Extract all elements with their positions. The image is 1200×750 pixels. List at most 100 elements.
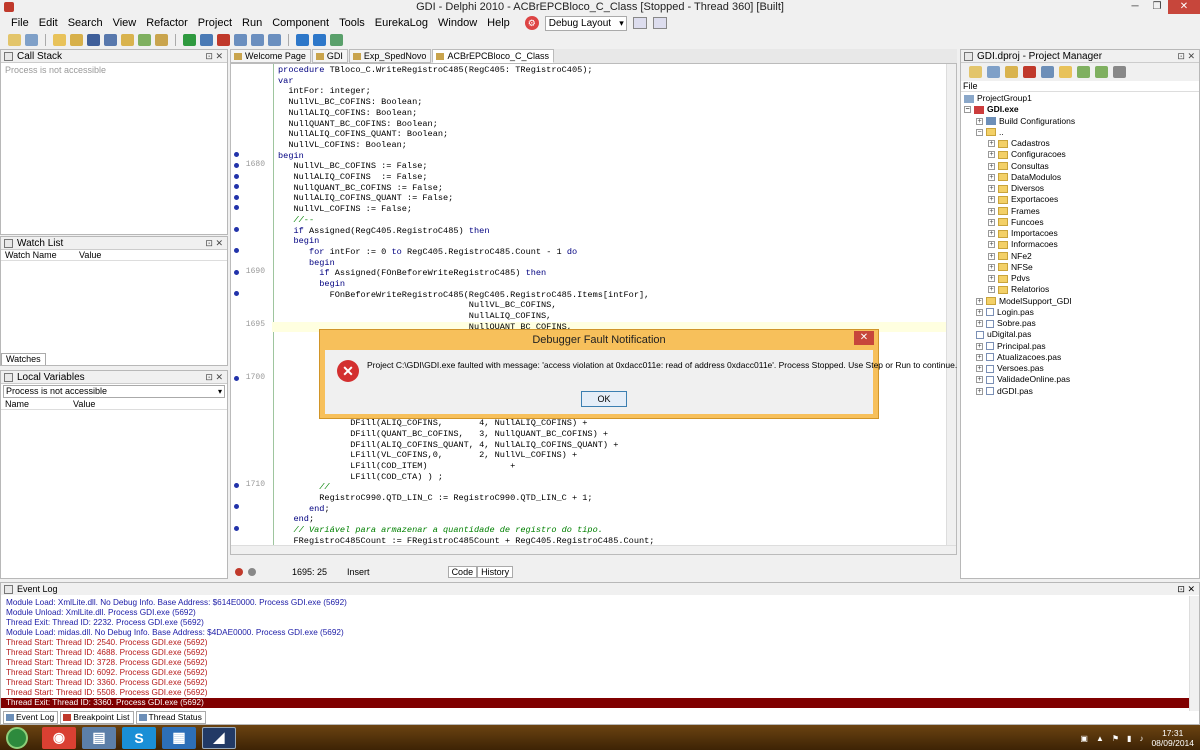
tree-item[interactable]: + Cadastros [988,138,1050,149]
collapse-icon[interactable]: − [964,106,971,114]
tab-event-log[interactable]: Event Log [3,711,59,724]
code-line[interactable]: end; [278,514,314,525]
taskbar-app-icon[interactable]: ◉ [42,726,76,749]
tree-item[interactable]: + Login.pas [976,307,1034,318]
pin-icon[interactable]: ⊡ ✕ [205,371,223,384]
maximize-button[interactable]: ❐ [1146,0,1168,14]
code-line[interactable]: NullQUANT_BC_COFINS := False; [278,183,443,194]
tree-item[interactable]: ProjectGroup1 [964,93,1032,104]
tab-watches[interactable]: Watches [1,353,46,365]
set-debug-desktop-icon[interactable] [652,17,667,29]
code-area[interactable]: procedure TBloco_C.WriteRegistroC485(Reg… [272,64,946,554]
expand-icon[interactable]: + [988,196,995,204]
back-icon[interactable] [296,34,309,46]
editor-horizontal-scrollbar[interactable] [231,545,956,554]
add-icon[interactable] [1005,66,1018,78]
expand-icon[interactable]: + [988,207,995,215]
code-line[interactable]: NullALIQ_COFINS_QUANT := False; [278,193,453,204]
menu-edit[interactable]: Edit [34,14,63,32]
event-log-scrollbar[interactable] [1189,596,1199,711]
col-watch-value[interactable]: Value [75,250,101,260]
tree-item[interactable]: + Principal.pas [976,341,1046,352]
breakpoint-dot-icon[interactable] [234,376,239,381]
expand-icon[interactable]: + [976,353,983,361]
menu-eurekalog[interactable]: EurekaLog [370,14,433,32]
code-line[interactable]: end; [278,504,330,515]
code-line[interactable]: DFill(ALIQ_COFINS, 4, NullALIQ_COFINS) + [278,418,587,429]
event-log-line[interactable]: Thread Start: Thread ID: 6092. Process G… [6,668,207,678]
run-to-cursor-icon[interactable] [268,34,281,46]
event-log-line[interactable]: Thread Exit: Thread ID: 2232. Process GD… [6,618,204,628]
step-over-icon[interactable] [251,34,264,46]
pin-icon[interactable]: ⊡ ✕ [205,50,223,63]
breakpoint-dot-icon[interactable] [234,483,239,488]
add-file-icon[interactable] [138,34,151,46]
event-log-line[interactable]: Thread Start: Thread ID: 4688. Process G… [6,648,207,658]
breakpoint-dot-icon[interactable] [234,526,239,531]
tab-acbrepcbloco-c-class[interactable]: ACBrEPCBloco_C_Class [432,49,554,63]
open-icon[interactable] [25,34,38,46]
breakpoint-dot-icon[interactable] [234,195,239,200]
tree-item[interactable]: + Build Configurations [976,116,1075,127]
breakpoint-dot-icon[interactable] [234,163,239,168]
event-log-line[interactable]: Thread Start: Thread ID: 2540. Process G… [6,638,207,648]
local-variables-frame-select[interactable]: Process is not accessible [3,385,225,398]
expand-icon[interactable]: + [988,151,995,159]
tab-exp-spednovo[interactable]: Exp_SpedNovo [348,49,432,63]
code-line[interactable]: NullVL_COFINS: Boolean; [278,140,407,151]
event-log-line[interactable]: Module Load: XmlLite.dll. No Debug Info.… [6,598,347,608]
remove-file-icon[interactable] [155,34,168,46]
taskbar-app-icon[interactable]: ▦ [162,726,196,749]
layout-gear-icon[interactable]: ⚙ [524,16,539,30]
expand-icon[interactable]: + [976,387,983,395]
col-watch-name[interactable]: Watch Name [1,250,75,260]
code-line[interactable]: LFill(COD_CTA) ) ; [278,472,443,483]
tab-thread-status[interactable]: Thread Status [135,711,206,724]
col-value[interactable]: Value [69,399,95,409]
tree-item[interactable]: + Importacoes [988,228,1058,239]
desktop-layout-select[interactable]: Debug Layout [544,15,627,31]
help-icon[interactable] [330,34,343,46]
expand-icon[interactable]: + [988,162,995,170]
delphi-taskbar-icon[interactable]: ◢ [202,726,236,749]
save-all-icon[interactable] [104,34,117,46]
code-line[interactable]: var [278,76,293,87]
activate-icon[interactable] [969,66,982,78]
code-line[interactable]: NullQUANT_BC_COFINS: Boolean; [278,119,438,130]
menu-window[interactable]: Window [433,14,482,32]
code-line[interactable]: FOnBeforeWriteRegistroC485(RegC405.Regis… [278,290,650,301]
tree-item[interactable]: + Atualizacoes.pas [976,352,1061,363]
tab-breakpoint-list[interactable]: Breakpoint List [60,711,134,724]
code-line[interactable]: if Assigned(RegC405.RegistroC485) then [278,226,489,237]
expand-icon[interactable]: + [988,218,995,226]
save-desktop-icon[interactable] [632,17,647,29]
event-log-line[interactable]: Thread Start: Thread ID: 5508. Process G… [6,688,207,698]
event-log-line[interactable]: Module Load: midas.dll. No Debug Info. B… [6,628,344,638]
expand-icon[interactable]: + [988,230,995,237]
code-line[interactable]: w [278,365,324,376]
options-icon[interactable] [1113,66,1126,78]
code-line[interactable]: LFill(COD_ITEM) + [278,461,515,472]
taskbar-clock[interactable]: 17:31 08/09/2014 [1151,728,1194,748]
signal-icon[interactable]: ▮ [1127,734,1131,743]
expand-icon[interactable] [1077,66,1090,78]
expand-icon[interactable]: + [976,308,983,316]
menu-view[interactable]: View [108,14,142,32]
tree-item[interactable]: + Pdvs [988,273,1030,284]
code-line[interactable]: NullVL_BC_COFINS, [278,300,557,311]
pause-icon[interactable] [200,34,213,46]
tab-welcome-page[interactable]: Welcome Page [230,49,311,63]
event-log-line[interactable]: Module Unload: XmlLite.dll. Process GDI.… [6,608,196,618]
forward-icon[interactable] [313,34,326,46]
sync-icon[interactable] [1059,66,1072,78]
minimize-button[interactable]: ─ [1124,0,1146,14]
ok-button[interactable]: OK [581,391,627,407]
editor-gutter[interactable]: 1680 1690 1695 1700 1710 [231,64,271,554]
expand-icon[interactable]: + [988,252,995,260]
expand-icon[interactable]: + [976,297,983,305]
breakpoint-dot-icon[interactable] [234,184,239,189]
code-line[interactable]: if Assigned(FOnBeforeWriteRegistroC485) … [278,268,546,279]
tree-item[interactable]: + Sobre.pas [976,318,1036,329]
breakpoint-dot-icon[interactable] [234,174,239,179]
dialog-close-button[interactable]: ✕ [854,331,874,345]
